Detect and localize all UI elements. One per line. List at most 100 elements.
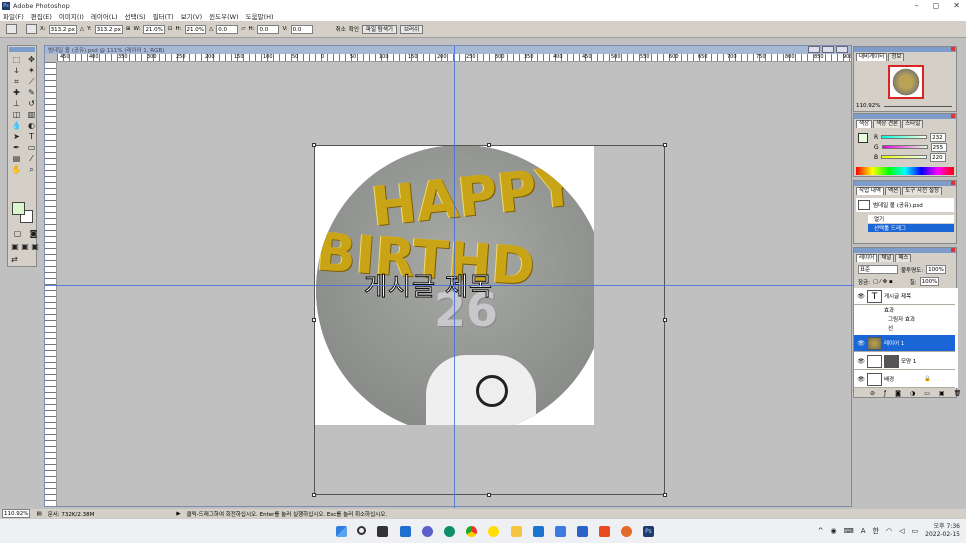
store-icon[interactable]	[555, 526, 566, 537]
eye-icon[interactable]: 👁	[857, 376, 865, 383]
history-item-open[interactable]: 열기	[868, 215, 954, 223]
tab-channels[interactable]: 채널	[878, 254, 895, 262]
screen-mode-1-icon[interactable]: ▣	[11, 242, 19, 252]
volume-icon[interactable]: ◁	[899, 527, 904, 535]
tab-info[interactable]: 정보	[888, 53, 905, 61]
eye-icon[interactable]: 👁	[857, 340, 865, 347]
eraser-tool-icon[interactable]: ◫	[10, 110, 23, 120]
marquee-tool-icon[interactable]: ⬚	[10, 55, 23, 65]
battery-icon[interactable]: ▭	[912, 527, 919, 535]
handle-top-left[interactable]	[312, 143, 316, 147]
y-field[interactable]: 313.2 px	[94, 24, 123, 34]
imageready-icon[interactable]: ⇄	[11, 255, 18, 265]
status-arrow-icon[interactable]: ▶	[176, 511, 180, 517]
reference-point-icon[interactable]	[26, 24, 37, 34]
link-icon[interactable]: ⊡	[168, 26, 173, 32]
mail-icon[interactable]	[533, 526, 544, 537]
doc-minimize-icon[interactable]	[808, 46, 820, 53]
shape-tool-icon[interactable]: ▭	[25, 143, 38, 153]
screen-mode-3-icon[interactable]: ▣	[31, 242, 39, 252]
clock[interactable]: 오후 7:36 2022-02-15	[925, 523, 960, 539]
menu-layer[interactable]: 레이어(L)	[91, 11, 118, 21]
dodge-tool-icon[interactable]: ◐	[25, 121, 38, 131]
new-adjustment-icon[interactable]: ◑	[910, 390, 915, 397]
slice-tool-icon[interactable]: ⟋	[25, 77, 38, 87]
handle-middle-left[interactable]	[312, 318, 316, 322]
lasso-tool-icon[interactable]: ↆ	[10, 66, 23, 76]
eye-icon[interactable]: 👁	[857, 293, 865, 300]
commit-transform-button[interactable]: 확인	[349, 25, 359, 33]
r-field[interactable]: 232	[930, 132, 947, 142]
effect-stroke[interactable]: 선	[888, 324, 893, 332]
link-layers-icon[interactable]: ⊘	[870, 390, 875, 397]
close-icon[interactable]: ✕	[953, 1, 960, 10]
r-slider[interactable]	[881, 135, 928, 139]
tab-history[interactable]: 작업 내역	[856, 187, 884, 195]
ime-mode[interactable]: A	[861, 527, 866, 535]
edge-icon[interactable]	[444, 526, 455, 537]
opacity-field[interactable]: 100%	[926, 265, 946, 274]
cancel-transform-button[interactable]: 취소	[336, 25, 346, 33]
history-brush-icon[interactable]: ↺	[25, 99, 38, 109]
height-field[interactable]: 21.0%	[184, 24, 207, 34]
tab-paths[interactable]: 패스	[895, 254, 912, 262]
quickmask-mode-icon[interactable]: ◙	[27, 229, 40, 239]
menu-select[interactable]: 선택(S)	[125, 11, 146, 21]
handle-top-right[interactable]	[663, 143, 667, 147]
b-field[interactable]: 220	[930, 152, 947, 162]
menu-window[interactable]: 윈도우(W)	[209, 11, 238, 21]
foreground-color[interactable]	[12, 202, 25, 215]
width-field[interactable]: 21.0%	[143, 24, 165, 34]
horizontal-guide[interactable]	[45, 285, 853, 286]
tab-layers[interactable]: 레이어	[856, 254, 878, 262]
layer-row-background[interactable]: 👁 배경 🔒	[854, 371, 955, 388]
add-mask-icon[interactable]: ◙	[895, 390, 901, 397]
maximize-icon[interactable]: ◻	[933, 1, 940, 10]
keyboard-icon[interactable]: ⌨	[844, 527, 854, 535]
lock-icons[interactable]: ▢ ⁄ ✥ ▪	[873, 279, 893, 285]
word-icon[interactable]	[577, 526, 588, 537]
app-icon[interactable]	[621, 526, 632, 537]
color-swatches[interactable]	[12, 202, 34, 224]
search-icon[interactable]	[357, 526, 366, 535]
eyedropper-icon[interactable]: ⁄	[25, 154, 38, 164]
blur-tool-icon[interactable]: 💧	[10, 121, 23, 131]
hskew-field[interactable]: 0.0	[257, 24, 280, 34]
hand-tool-icon[interactable]: ✋	[10, 165, 23, 175]
chevron-up-icon[interactable]: ^	[818, 527, 824, 535]
history-item-drag[interactable]: 선택툴 드래그	[868, 224, 954, 232]
language-indicator[interactable]: 한	[873, 526, 879, 536]
menu-help[interactable]: 도움말(H)	[246, 11, 274, 21]
file-explorer-icon[interactable]	[511, 526, 522, 537]
handle-middle-right[interactable]	[663, 318, 667, 322]
layer-row-layer1[interactable]: 👁 레이어 1	[854, 335, 955, 352]
wifi-icon[interactable]: ◠	[886, 527, 892, 535]
eye-icon[interactable]: 👁	[857, 358, 865, 365]
chrome-icon[interactable]	[466, 526, 477, 537]
doc-size[interactable]: 문서: 732K/2.38M	[48, 510, 95, 518]
tab-actions[interactable]: 액션	[885, 187, 902, 195]
tab-tool-presets[interactable]: 도구 사전 설정	[902, 187, 942, 195]
widgets-icon[interactable]	[400, 526, 411, 537]
zoom-tool-icon[interactable]: ⌕	[25, 165, 38, 175]
history-snapshot[interactable]: 범데일 볼 (공유).psd	[856, 198, 954, 212]
tab-swatches[interactable]: 색상 견본	[873, 120, 902, 128]
handle-bottom-left[interactable]	[312, 493, 316, 497]
crop-tool-icon[interactable]: ⌗	[10, 77, 23, 87]
b-slider[interactable]	[881, 155, 928, 159]
brush-tool-icon[interactable]: ✎	[25, 88, 38, 98]
doc-close-icon[interactable]	[836, 46, 848, 53]
office-icon[interactable]	[599, 526, 610, 537]
handle-bottom-center[interactable]	[487, 493, 491, 497]
navigator-preview[interactable]	[888, 65, 924, 99]
kakaotalk-icon[interactable]	[488, 526, 499, 537]
status-zoom-field[interactable]: 110.92%	[2, 509, 31, 518]
gradient-tool-icon[interactable]: ▥	[25, 110, 38, 120]
blend-mode-select[interactable]: 표준	[858, 265, 898, 274]
magic-wand-icon[interactable]: ✶	[25, 66, 38, 76]
stamp-tool-icon[interactable]: ⊥	[10, 99, 23, 109]
add-style-icon[interactable]: ƒ	[884, 390, 886, 397]
angle-field[interactable]: 0.0	[216, 24, 239, 34]
tab-navigator[interactable]: 내비게이터	[856, 53, 888, 61]
menu-image[interactable]: 이미지(I)	[59, 11, 84, 21]
